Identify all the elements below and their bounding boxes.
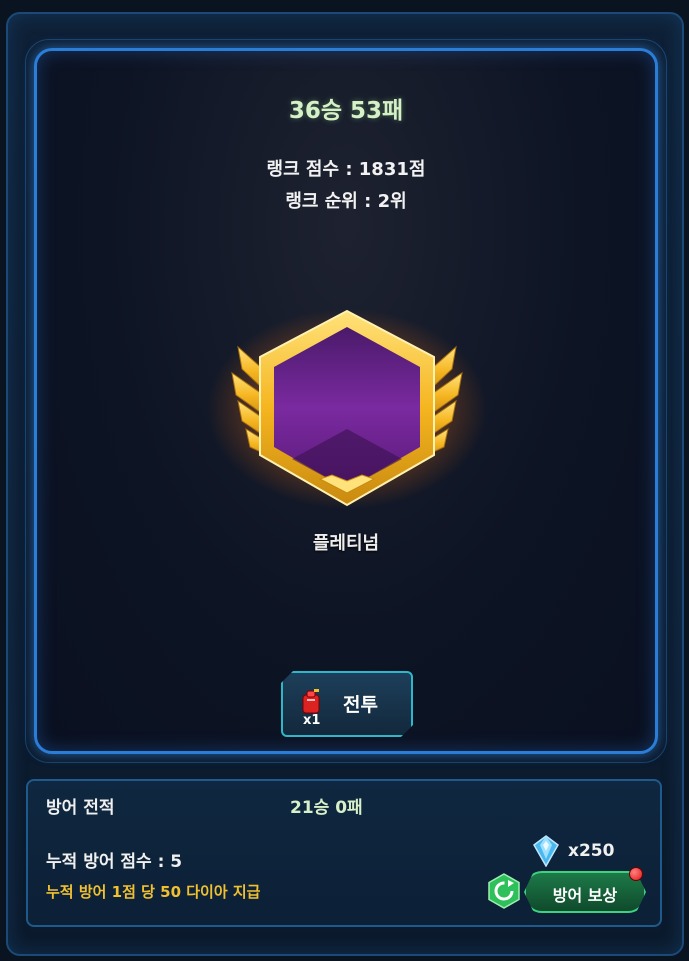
- platinum-rank-emblem-icon: [207, 309, 487, 509]
- defense-reward-label: 방어 보상: [552, 886, 618, 905]
- notification-dot: [629, 867, 643, 881]
- defense-record: 21승 0패: [290, 798, 363, 818]
- battle-button[interactable]: x1 전투: [281, 671, 413, 737]
- defense-label: 방어 전적: [46, 798, 115, 818]
- defense-reward-info: 누적 방어 1점 당 50 다이아 지급: [46, 883, 261, 901]
- defense-reward-button[interactable]: 방어 보상: [524, 871, 646, 913]
- diamond-count: x250: [568, 841, 615, 861]
- blue-diamond-icon: [533, 835, 559, 867]
- rank-score: 랭크 점수 : 1831점: [266, 159, 426, 180]
- arena-panel: 36승 53패 랭크 점수 : 1831점 랭크 순위 : 2위 플레티넘 x1…: [25, 39, 667, 763]
- refresh-icon[interactable]: [486, 873, 522, 909]
- ticket-count: x1: [303, 713, 321, 728]
- red-ticket-icon: [301, 689, 321, 715]
- defense-panel: 방어 전적 21승 0패 누적 방어 점수 : 5 누적 방어 1점 당 50 …: [26, 779, 662, 927]
- battle-label: 전투: [343, 694, 378, 716]
- defense-score: 누적 방어 점수 : 5: [46, 852, 183, 872]
- arena-record: 36승 53패: [288, 98, 404, 124]
- rank-position: 랭크 순위 : 2위: [285, 191, 407, 212]
- tier-name: 플레티넘: [312, 533, 380, 554]
